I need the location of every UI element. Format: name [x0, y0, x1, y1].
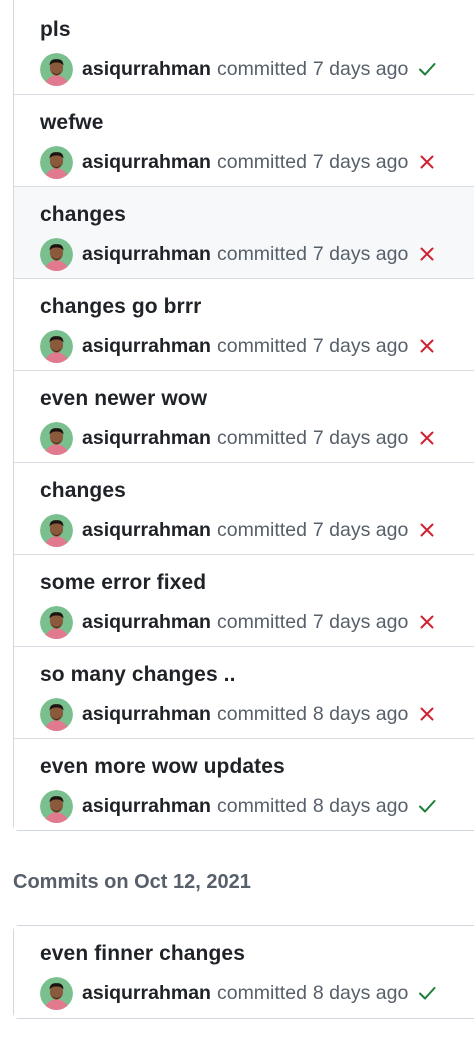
- x-icon[interactable]: [417, 336, 437, 356]
- commit-time: 7 days ago: [312, 334, 409, 357]
- author-avatar[interactable]: [40, 52, 73, 86]
- x-icon[interactable]: [417, 428, 437, 448]
- author-link[interactable]: asiqurrahman: [82, 703, 211, 726]
- author-link[interactable]: asiqurrahman: [82, 982, 211, 1005]
- author-link[interactable]: asiqurrahman: [82, 151, 211, 174]
- commit-time: 7 days ago: [312, 426, 409, 449]
- commit-row: even finner changes asiqurrahman committ…: [14, 926, 474, 1018]
- author-link[interactable]: asiqurrahman: [82, 795, 211, 818]
- author-link[interactable]: asiqurrahman: [82, 519, 211, 542]
- commit-row: some error fixed asiqurrahman committed …: [14, 554, 474, 646]
- commit-action-text: committed: [216, 981, 307, 1004]
- commit-title-link[interactable]: changes: [40, 479, 126, 503]
- commit-time: 7 days ago: [312, 57, 409, 80]
- commit-meta: asiqurrahman committed 8 days ago: [40, 976, 437, 1010]
- commit-row: changes asiqurrahman committed 7 days ag…: [14, 462, 474, 554]
- commit-time: 8 days ago: [312, 794, 409, 817]
- author-link[interactable]: asiqurrahman: [82, 243, 211, 266]
- commit-title-link[interactable]: pls: [40, 18, 71, 42]
- author-link[interactable]: asiqurrahman: [82, 611, 211, 634]
- commit-row: even more wow updates asiqurrahman commi…: [14, 738, 474, 830]
- commit-action-text: committed: [216, 150, 307, 173]
- commit-action-text: committed: [216, 610, 307, 633]
- commit-title-link[interactable]: some error fixed: [40, 571, 206, 595]
- commit-action-text: committed: [216, 702, 307, 725]
- commit-action-text: committed: [216, 57, 307, 80]
- commit-title-link[interactable]: changes go brrr: [40, 295, 201, 319]
- x-icon[interactable]: [417, 244, 437, 264]
- commit-meta: asiqurrahman committed 7 days ago: [40, 52, 437, 86]
- author-link[interactable]: asiqurrahman: [82, 427, 211, 450]
- author-avatar[interactable]: [40, 976, 73, 1010]
- commit-meta: asiqurrahman committed 7 days ago: [40, 605, 437, 639]
- commit-meta: asiqurrahman committed 7 days ago: [40, 513, 437, 547]
- commit-time: 8 days ago: [312, 981, 409, 1004]
- author-avatar[interactable]: [40, 605, 73, 639]
- commit-title-link[interactable]: so many changes ..: [40, 663, 236, 687]
- commit-title-link[interactable]: even finner changes: [40, 942, 245, 966]
- commit-row: wefwe asiqurrahman committed 7 days ago: [14, 94, 474, 186]
- commit-row: so many changes .. asiqurrahman committe…: [14, 646, 474, 738]
- commit-row: changes asiqurrahman committed 7 days ag…: [14, 186, 474, 278]
- check-icon[interactable]: [417, 983, 437, 1003]
- x-icon[interactable]: [417, 520, 437, 540]
- commit-meta: asiqurrahman committed 7 days ago: [40, 237, 437, 271]
- author-link[interactable]: asiqurrahman: [82, 335, 211, 358]
- author-avatar[interactable]: [40, 329, 73, 363]
- commit-meta: asiqurrahman committed 8 days ago: [40, 697, 437, 731]
- commit-time: 7 days ago: [312, 150, 409, 173]
- commit-date-heading: Commits on Oct 12, 2021: [13, 871, 251, 893]
- author-avatar[interactable]: [40, 145, 73, 179]
- author-avatar[interactable]: [40, 513, 73, 547]
- commit-action-text: committed: [216, 426, 307, 449]
- commit-row: changes go brrr asiqurrahman committed 7…: [14, 278, 474, 370]
- commit-meta: asiqurrahman committed 7 days ago: [40, 421, 437, 455]
- commit-list: even finner changes asiqurrahman committ…: [13, 925, 474, 1019]
- commit-title-link[interactable]: even more wow updates: [40, 755, 285, 779]
- commit-title-link[interactable]: wefwe: [40, 111, 104, 135]
- author-avatar[interactable]: [40, 237, 73, 271]
- commit-meta: asiqurrahman committed 7 days ago: [40, 145, 437, 179]
- commit-action-text: committed: [216, 334, 307, 357]
- x-icon[interactable]: [417, 152, 437, 172]
- commit-meta: asiqurrahman committed 7 days ago: [40, 329, 437, 363]
- commit-action-text: committed: [216, 518, 307, 541]
- check-icon[interactable]: [417, 796, 437, 816]
- check-icon[interactable]: [417, 59, 437, 79]
- commit-row: even newer wow asiqurrahman committed 7 …: [14, 370, 474, 462]
- commit-title-link[interactable]: changes: [40, 203, 126, 227]
- commit-time: 7 days ago: [312, 242, 409, 265]
- commit-history-page: pls asiqurrahman committed 7 days ago we…: [0, 0, 474, 1037]
- author-avatar[interactable]: [40, 421, 73, 455]
- commit-row: pls asiqurrahman committed 7 days ago: [14, 0, 474, 94]
- commit-time: 8 days ago: [312, 702, 409, 725]
- commit-action-text: committed: [216, 242, 307, 265]
- commit-title-link[interactable]: even newer wow: [40, 387, 207, 411]
- x-icon[interactable]: [417, 612, 437, 632]
- commit-action-text: committed: [216, 794, 307, 817]
- author-avatar[interactable]: [40, 697, 73, 731]
- author-link[interactable]: asiqurrahman: [82, 58, 211, 81]
- x-icon[interactable]: [417, 704, 437, 724]
- commit-meta: asiqurrahman committed 8 days ago: [40, 789, 437, 823]
- commit-time: 7 days ago: [312, 518, 409, 541]
- commit-list: pls asiqurrahman committed 7 days ago we…: [13, 0, 474, 831]
- author-avatar[interactable]: [40, 789, 73, 823]
- commit-time: 7 days ago: [312, 610, 409, 633]
